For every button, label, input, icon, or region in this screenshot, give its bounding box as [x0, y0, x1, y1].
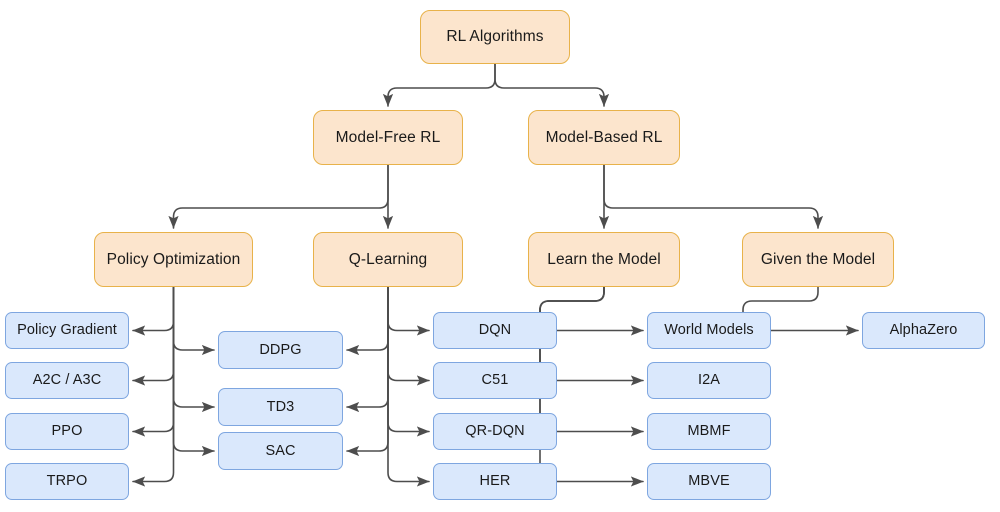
node-dqn[interactable]: DQN [433, 312, 557, 349]
edge-policy-optimization-to-trpo [132, 286, 175, 487]
node-label: Policy Gradient [17, 322, 117, 339]
node-q-learning[interactable]: Q-Learning [313, 232, 463, 287]
node-learn-the-model[interactable]: Learn the Model [528, 232, 680, 287]
node-label: Learn the Model [547, 250, 661, 268]
node-a2c-a3c[interactable]: A2C / A3C [5, 362, 129, 399]
edge-policy-optimization-to-a2c-a3c [132, 286, 175, 386]
node-label: Given the Model [760, 250, 876, 268]
edge-q-learning-to-sac [346, 286, 389, 457]
node-label: World Models [664, 322, 754, 339]
node-td3[interactable]: TD3 [218, 388, 343, 426]
edge-q-learning-to-qr-dqn [387, 286, 430, 437]
edge-q-learning-to-td3 [346, 286, 389, 413]
node-label: SAC [265, 442, 296, 459]
node-qr-dqn[interactable]: QR-DQN [433, 413, 557, 450]
node-label: C51 [481, 372, 509, 389]
node-label: Model-Based RL [545, 128, 663, 146]
node-label: PPO [51, 423, 83, 440]
node-label: TD3 [266, 398, 295, 415]
edge-q-learning-to-c51 [387, 286, 430, 386]
node-label: A2C / A3C [32, 372, 102, 389]
edge-policy-optimization-to-ddpg [172, 286, 215, 356]
edge-policy-optimization-to-sac [172, 286, 215, 457]
node-model-based-rl[interactable]: Model-Based RL [528, 110, 680, 165]
edge-model-free-rl-to-policy-optimization [168, 164, 389, 229]
node-label: MBMF [687, 423, 731, 440]
edge-model-based-rl-to-given-the-model [603, 164, 824, 229]
node-label: Q-Learning [348, 250, 428, 268]
node-given-the-model[interactable]: Given the Model [742, 232, 894, 287]
node-model-free-rl[interactable]: Model-Free RL [313, 110, 463, 165]
edge-q-learning-to-dqn [387, 286, 430, 336]
node-rl-algorithms[interactable]: RL Algorithms [420, 10, 570, 64]
node-sac[interactable]: SAC [218, 432, 343, 470]
edge-learn-the-model-to-mbmf [539, 286, 644, 437]
edge-root-to-model-based-rl [494, 63, 610, 107]
node-label: I2A [697, 372, 721, 389]
node-mbmf[interactable]: MBMF [647, 413, 771, 450]
node-world-models[interactable]: World Models [647, 312, 771, 349]
node-policy-optimization[interactable]: Policy Optimization [94, 232, 253, 287]
node-ppo[interactable]: PPO [5, 413, 129, 450]
node-label: Model-Free RL [335, 128, 441, 146]
edge-q-learning-to-her [387, 286, 430, 487]
node-label: QR-DQN [465, 423, 525, 440]
node-alphazero[interactable]: AlphaZero [862, 312, 985, 349]
node-label: HER [479, 473, 511, 490]
diagram-canvas: RL Algorithms Model-Free RL Model-Based RL… [0, 0, 1000, 512]
node-trpo[interactable]: TRPO [5, 463, 129, 500]
node-mbve[interactable]: MBVE [647, 463, 771, 500]
node-her[interactable]: HER [433, 463, 557, 500]
node-policy-gradient[interactable]: Policy Gradient [5, 312, 129, 349]
edge-root-to-model-free-rl [382, 63, 496, 107]
node-c51[interactable]: C51 [433, 362, 557, 399]
edge-policy-optimization-to-ppo [132, 286, 175, 437]
node-i2a[interactable]: I2A [647, 362, 771, 399]
node-label: TRPO [46, 473, 88, 490]
node-label: AlphaZero [889, 322, 958, 339]
node-label: RL Algorithms [446, 28, 544, 46]
node-ddpg[interactable]: DDPG [218, 331, 343, 369]
node-label: DDPG [259, 341, 302, 358]
edge-q-learning-to-ddpg [346, 286, 389, 356]
node-label: MBVE [688, 473, 730, 490]
edge-policy-optimization-to-td3 [172, 286, 215, 413]
edge-policy-optimization-to-policy-gradient [132, 286, 175, 336]
node-label: Policy Optimization [106, 250, 241, 268]
node-label: DQN [478, 322, 512, 339]
